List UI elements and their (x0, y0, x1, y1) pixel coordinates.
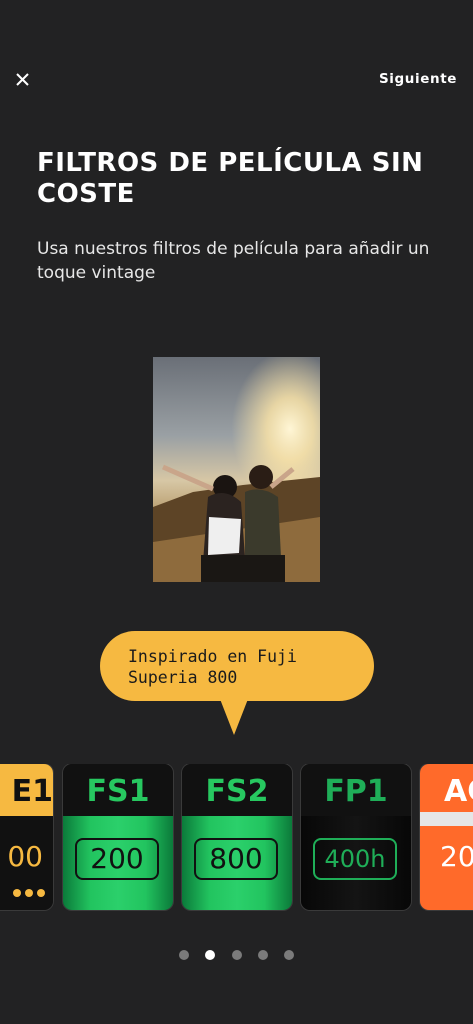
filter-card-iso: 20 (440, 840, 473, 873)
sample-photo (153, 357, 320, 582)
page-dot[interactable] (284, 950, 295, 960)
filter-card-iso: 800 (194, 838, 278, 880)
tooltip-pointer (220, 699, 248, 735)
page-title: FILTROS DE PELÍCULA SIN COSTE (37, 148, 424, 209)
close-button[interactable] (12, 68, 34, 90)
filter-card-dots (13, 884, 49, 902)
filter-card-e1[interactable]: E1 00 (0, 764, 53, 910)
page-subtitle: Usa nuestros filtros de película para añ… (37, 239, 430, 283)
filter-card-code: AC (444, 774, 473, 809)
page-dot-active[interactable] (205, 950, 216, 960)
filter-card-ac[interactable]: AC 20 (420, 764, 473, 910)
filter-tooltip: Inspirado en Fuji Superia 800 (100, 631, 374, 735)
filter-card-iso: 00 (7, 840, 43, 873)
filter-carousel[interactable]: E1 00 FS1 200 FS2 800 FP1 400h AC 20 (0, 764, 473, 912)
filter-card-fs2[interactable]: FS2 800 (182, 764, 292, 910)
page-dot[interactable] (178, 950, 189, 960)
filter-card-iso: 200 (75, 838, 159, 880)
filter-card-fs1[interactable]: FS1 200 (63, 764, 173, 910)
filter-card-code: FS1 (63, 764, 173, 816)
close-icon (16, 73, 29, 86)
filter-card-code: FS2 (182, 764, 292, 816)
filter-card-code: FP1 (301, 764, 411, 816)
filter-card-code: E1 (0, 764, 53, 816)
next-button[interactable]: Siguiente (379, 71, 457, 87)
page-indicator (0, 947, 473, 965)
tooltip-text: Inspirado en Fuji Superia 800 (128, 647, 297, 687)
filter-card-fp1[interactable]: FP1 400h (301, 764, 411, 910)
filter-card-iso: 400h (313, 838, 397, 880)
page-dot[interactable] (231, 950, 242, 960)
page-dot[interactable] (257, 950, 268, 960)
